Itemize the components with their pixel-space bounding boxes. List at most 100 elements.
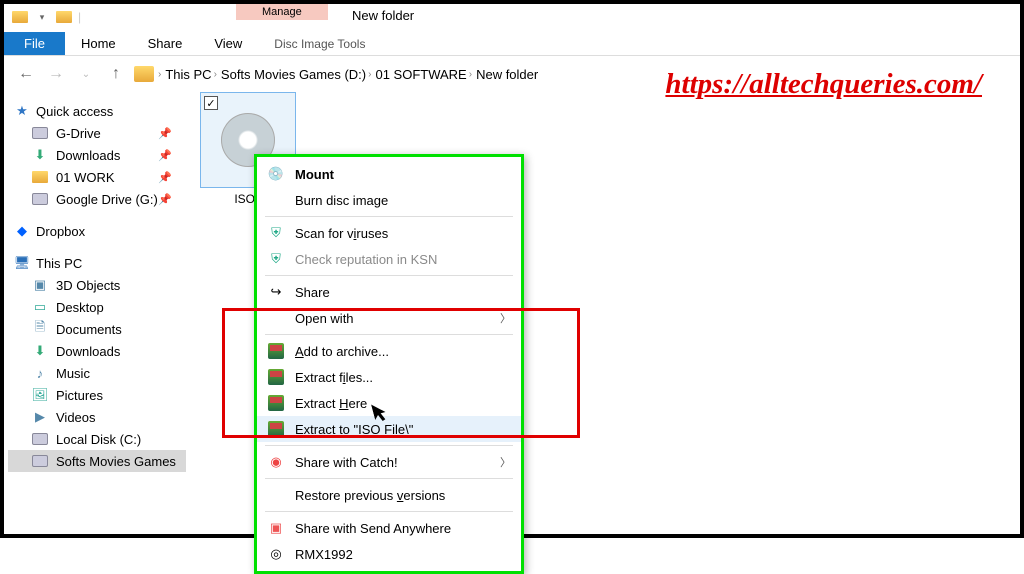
- share-icon: ↪: [267, 283, 285, 301]
- documents-icon: 🗎: [32, 321, 48, 337]
- sidebar-item-pictures[interactable]: 🖼Pictures: [8, 384, 186, 406]
- sidebar-item-3dobjects[interactable]: ▣3D Objects: [8, 274, 186, 296]
- back-icon[interactable]: ←: [16, 64, 36, 84]
- sidebar-item-videos[interactable]: ▶Videos: [8, 406, 186, 428]
- cm-share-catch[interactable]: ◉Share with Catch!〉: [257, 449, 521, 475]
- separator: [265, 334, 513, 335]
- cm-extract-files[interactable]: Extract files...: [257, 364, 521, 390]
- cm-burn[interactable]: Burn disc image: [257, 187, 521, 213]
- cm-restore-versions[interactable]: Restore previous versions: [257, 482, 521, 508]
- sidebar-this-pc[interactable]: 🖥This PC: [8, 252, 186, 274]
- sidebar-item-softs-movies[interactable]: Softs Movies Games: [8, 450, 186, 472]
- chevron-right-icon: 〉: [500, 310, 511, 326]
- separator: [265, 478, 513, 479]
- sidebar-quick-access[interactable]: ★ Quick access: [8, 100, 186, 122]
- ribbon-tabs: File Home Share View Disc Image Tools: [4, 30, 1020, 56]
- folder-icon: [134, 66, 154, 82]
- sidebar-item-localdisk-c[interactable]: Local Disk (C:): [8, 428, 186, 450]
- catch-icon: ◉: [267, 453, 285, 471]
- cm-add-archive[interactable]: Add to archive...: [257, 338, 521, 364]
- folder-icon: [32, 169, 48, 185]
- music-icon: ♪: [32, 365, 48, 381]
- nav-arrows: ← → ⌄ ↑: [16, 64, 126, 84]
- sidebar-item-music[interactable]: ♪Music: [8, 362, 186, 384]
- winrar-icon: [267, 394, 285, 412]
- tab-disc-image-tools[interactable]: Disc Image Tools: [258, 33, 381, 55]
- qat-sep: |: [78, 10, 81, 24]
- star-icon: ★: [14, 103, 30, 119]
- separator: [265, 511, 513, 512]
- separator: [265, 275, 513, 276]
- sidebar-dropbox[interactable]: ◆Dropbox: [8, 220, 186, 242]
- up-icon[interactable]: ↑: [106, 64, 126, 84]
- recent-dropdown-icon[interactable]: ⌄: [76, 64, 96, 84]
- context-menu: 💿Mount Burn disc image ⛨Scan for viruses…: [254, 154, 524, 574]
- separator: [265, 445, 513, 446]
- pin-icon: 📌: [158, 171, 172, 184]
- tab-file[interactable]: File: [4, 32, 65, 55]
- disk-icon: [32, 453, 48, 469]
- chevron-right-icon[interactable]: ›: [368, 69, 371, 80]
- chevron-right-icon: 〉: [500, 454, 511, 470]
- disk-icon: [32, 431, 48, 447]
- breadcrumb-item: This PC ›: [165, 67, 217, 82]
- chevron-right-icon[interactable]: ›: [469, 69, 472, 80]
- desktop-icon: ▭: [32, 299, 48, 315]
- tab-home[interactable]: Home: [65, 32, 132, 55]
- sidebar-item-01work[interactable]: 01 WORK📌: [8, 166, 186, 188]
- breadcrumb-item: New folder: [476, 67, 538, 82]
- pin-icon: 📌: [158, 193, 172, 206]
- tab-view[interactable]: View: [198, 32, 258, 55]
- winrar-icon: [267, 342, 285, 360]
- sidebar-item-gdrive[interactable]: G-Drive📌: [8, 122, 186, 144]
- watermark-overlay: https://alltechqueries.com/: [665, 68, 982, 101]
- chevron-right-icon[interactable]: ›: [158, 69, 161, 80]
- pc-icon: 🖥: [14, 255, 30, 271]
- drive-icon: [32, 191, 48, 207]
- shield-icon: ⛨: [267, 250, 285, 268]
- pin-icon: 📌: [158, 149, 172, 162]
- window-title: New folder: [352, 8, 414, 23]
- winrar-icon: [267, 420, 285, 438]
- sidebar-item-googledrive[interactable]: Google Drive (G:)📌: [8, 188, 186, 210]
- separator: [265, 216, 513, 217]
- pin-icon: 📌: [158, 127, 172, 140]
- sidebar-item-downloads2[interactable]: ⬇Downloads: [8, 340, 186, 362]
- titlebar: ▾ | Manage New folder: [4, 4, 1020, 30]
- shield-icon: ⛨: [267, 224, 285, 242]
- quick-access-toolbar: ▾ |: [12, 9, 81, 25]
- cm-ksn: ⛨Check reputation in KSN: [257, 246, 521, 272]
- sidebar-item-documents[interactable]: 🗎Documents: [8, 318, 186, 340]
- sidebar-item-desktop[interactable]: ▭Desktop: [8, 296, 186, 318]
- cm-send-anywhere[interactable]: ▣Share with Send Anywhere: [257, 515, 521, 541]
- videos-icon: ▶: [32, 409, 48, 425]
- cm-open-with[interactable]: Open with〉: [257, 305, 521, 331]
- chevron-right-icon[interactable]: ›: [214, 69, 217, 80]
- forward-icon[interactable]: →: [46, 64, 66, 84]
- device-icon: ◎: [267, 545, 285, 563]
- cm-share[interactable]: ↪Share: [257, 279, 521, 305]
- downloads-icon: ⬇: [32, 147, 48, 163]
- disc-icon: 💿: [267, 165, 285, 183]
- cm-scan-viruses[interactable]: ⛨Scan for viruses: [257, 220, 521, 246]
- breadcrumb-item: 01 SOFTWARE ›: [375, 67, 472, 82]
- tab-share[interactable]: Share: [132, 32, 199, 55]
- folder-open-icon[interactable]: [56, 9, 72, 25]
- cm-mount[interactable]: 💿Mount: [257, 161, 521, 187]
- checkbox-icon[interactable]: ✓: [204, 96, 218, 110]
- qat-dropdown-icon[interactable]: ▾: [34, 9, 50, 25]
- breadcrumb-item: Softs Movies Games (D:) ›: [221, 67, 372, 82]
- contextual-tab-label: Manage: [236, 4, 328, 20]
- sidebar-item-downloads[interactable]: ⬇Downloads📌: [8, 144, 186, 166]
- cm-rmx1992[interactable]: ◎RMX1992: [257, 541, 521, 567]
- breadcrumb[interactable]: › This PC › Softs Movies Games (D:) › 01…: [134, 66, 538, 82]
- pictures-icon: 🖼: [32, 387, 48, 403]
- 3d-icon: ▣: [32, 277, 48, 293]
- drive-icon: [32, 125, 48, 141]
- folder-icon[interactable]: [12, 9, 28, 25]
- winrar-icon: [267, 368, 285, 386]
- send-anywhere-icon: ▣: [267, 519, 285, 537]
- downloads-icon: ⬇: [32, 343, 48, 359]
- navigation-pane: ★ Quick access G-Drive📌 ⬇Downloads📌 01 W…: [4, 92, 190, 534]
- dropbox-icon: ◆: [14, 223, 30, 239]
